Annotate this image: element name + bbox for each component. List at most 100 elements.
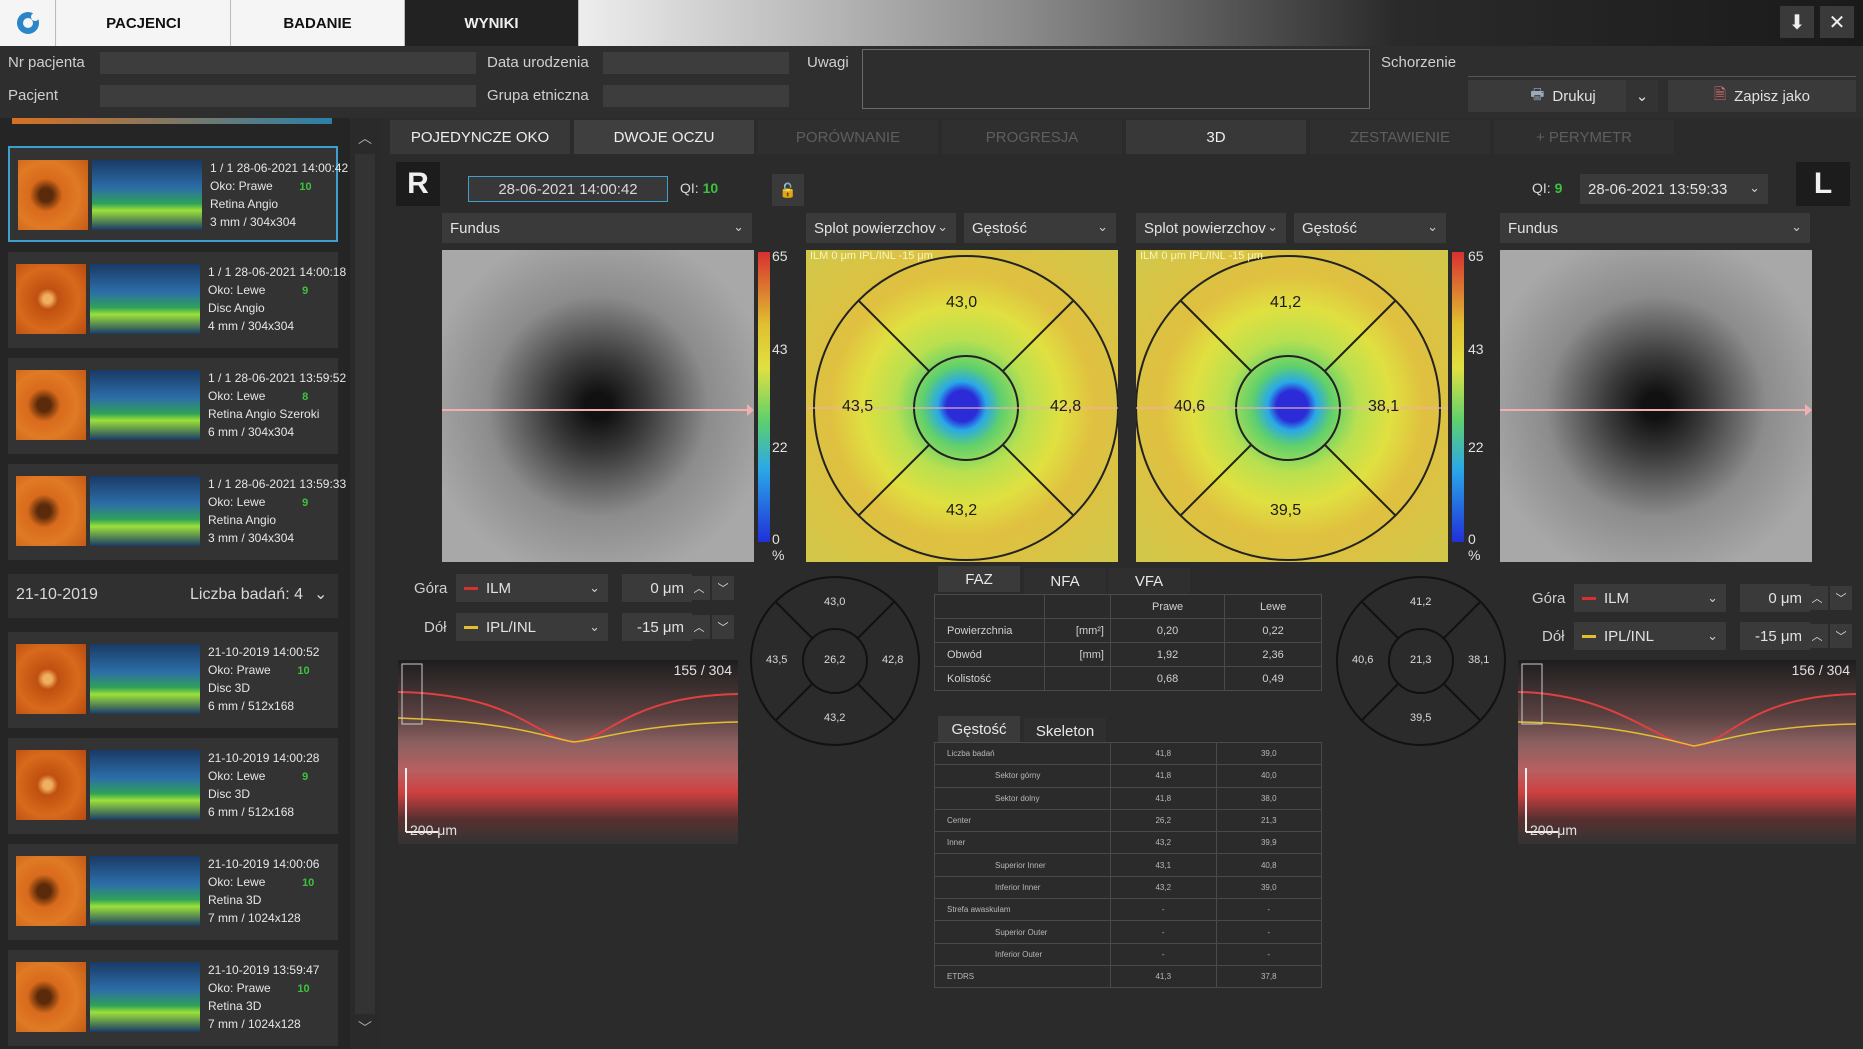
tab-wyniki[interactable]: WYNIKI [405,0,579,46]
table-cell: 0,20 [1109,618,1226,643]
scroll-down-icon[interactable]: ﹀ [358,1018,372,1038]
session-details: 21-10-2019 14:00:06 Oko: Lewe 10 Retina … [208,857,320,925]
tab-porownanie[interactable]: PORÓWNANIE [758,120,938,154]
save-as-label: Zapisz jako [1734,87,1810,105]
top-offset-input[interactable]: 0 μm [1740,584,1810,612]
left-eye-date-select[interactable]: 28-06-2021 13:59:33 ⌄ [1580,174,1768,204]
table-cell: Superior Outer [934,920,1111,944]
list-scroll-remnant [12,118,332,124]
fundus-thumbnail [16,856,86,926]
bottom-layer-select[interactable]: IPL/INL ⌄ [1574,622,1726,650]
colorbar-min: 0 [1468,531,1476,547]
bottom-boundary-label: Dół [424,619,447,636]
bottom-layer-select[interactable]: IPL/INL ⌄ [456,613,608,641]
left-colorbar [1452,252,1464,542]
layer-color-swatch [464,625,478,629]
increment-icon[interactable]: ︿ [688,576,710,600]
tab-faz[interactable]: FAZ [938,566,1020,592]
left-metric-select[interactable]: Gęstość ⌄ [1294,213,1446,243]
scroll-up-icon[interactable]: ︿ [358,128,372,148]
tab-badanie[interactable]: BADANIE [231,0,405,46]
tab-nfa[interactable]: NFA [1024,568,1106,594]
session-card[interactable]: 1 / 1 28-06-2021 13:59:52 Oko: Lewe 8 Re… [8,358,346,454]
table-cell: - [1215,920,1322,944]
right-eye-date[interactable]: 28-06-2021 14:00:42 [468,176,668,202]
tab-progresja[interactable]: PROGRESJA [942,120,1122,154]
link-lock-icon[interactable]: 🔓 [772,174,804,206]
table-cell: Superior Inner [934,853,1111,877]
tab-3d[interactable]: 3D [1126,120,1306,154]
table-cell: 43,2 [1110,831,1217,855]
right-metric-select[interactable]: Gęstość ⌄ [964,213,1116,243]
right-density-map[interactable]: ILM 0 μm IPL/INL -15 μm 43,0 43,5 42,8 4… [806,250,1118,562]
left-fundus-select[interactable]: Fundus ⌄ [1500,213,1810,243]
dob-field[interactable] [603,52,789,74]
scroll-track[interactable] [355,154,375,1014]
notes-field[interactable] [862,49,1370,109]
right-fundus-image[interactable] [442,250,754,562]
close-icon[interactable]: ✕ [1820,6,1854,38]
session-card[interactable]: 21-10-2019 14:00:06 Oko: Lewe 10 Retina … [8,844,338,940]
top-layer-select[interactable]: ILM ⌄ [1574,584,1726,612]
table-cell: Obwód [934,642,1045,667]
top-layer-select[interactable]: ILM ⌄ [456,574,608,602]
decrement-icon[interactable]: ﹀ [712,615,734,639]
table-row: Kolistość 0,68 0,49 [934,666,1322,691]
tab-gestosc[interactable]: Gęstość [938,716,1020,742]
tab-pojedyncze-oko[interactable]: POJEDYNCZE OKO [390,120,570,154]
list-scrollbar[interactable]: ︿ ﹀ [350,118,380,1049]
tab-dwoje-oczu[interactable]: DWOJE OCZU [574,120,754,154]
session-card[interactable]: 1 / 1 28-06-2021 14:00:42 Oko: Prawe 10 … [8,146,348,242]
decrement-icon[interactable]: ﹀ [1830,586,1852,610]
table-cell: Kolistość [934,666,1045,691]
patient-name-field[interactable] [100,85,476,107]
session-card[interactable]: 1 / 1 28-06-2021 13:59:33 Oko: Lewe 9 Re… [8,464,346,560]
fundus-thumbnail [16,962,86,1032]
decrement-icon[interactable]: ﹀ [712,576,734,600]
left-bscan[interactable]: 156 / 304 200 μm [1518,660,1856,844]
tab-perymetr[interactable]: + PERYMETR [1494,120,1674,154]
top-offset-input[interactable]: 0 μm [622,574,692,602]
tab-vfa[interactable]: VFA [1108,568,1190,594]
etdrs-right: 38,1 [1468,654,1490,666]
print-dropdown-chevron-icon[interactable]: ⌄ [1626,80,1658,112]
download-icon[interactable]: ⬇ [1780,6,1814,38]
session-card[interactable]: 21-10-2019 14:00:52 Oko: Prawe 10 Disc 3… [8,632,338,728]
oct-thumbnail [90,476,200,546]
increment-icon[interactable]: ︿ [688,615,710,639]
fundus-thumbnail [16,370,86,440]
session-card[interactable]: 1 / 1 28-06-2021 14:00:18 Oko: Lewe 9 Di… [8,252,346,348]
disease-field[interactable] [1468,76,1856,77]
bottom-offset-input[interactable]: -15 μm [622,613,692,641]
session-details: 21-10-2019 13:59:47 Oko: Prawe 10 Retina… [208,963,320,1031]
decrement-icon[interactable]: ﹀ [1830,624,1852,648]
right-fundus-select[interactable]: Fundus ⌄ [442,213,752,243]
table-header [934,594,1045,619]
left-eye-letter: L [1796,162,1850,206]
right-bscan[interactable]: 155 / 304 200 μm [398,660,738,844]
session-card[interactable]: 21-10-2019 13:59:47 Oko: Prawe 10 Retina… [8,950,338,1046]
left-fundus-image[interactable] [1500,250,1812,562]
tab-zestawienie[interactable]: ZESTAWIENIE [1310,120,1490,154]
session-card[interactable]: 21-10-2019 14:00:28 Oko: Lewe 9 Disc 3D … [8,738,338,834]
increment-icon[interactable]: ︿ [1806,624,1828,648]
session-details: 1 / 1 28-06-2021 13:59:33 Oko: Lewe 9 Re… [208,477,347,545]
table-row: Superior Inner 43,1 40,8 [934,853,1322,877]
increment-icon[interactable]: ︿ [1806,586,1828,610]
save-as-button[interactable]: 🗎 Zapisz jako [1668,80,1856,112]
patient-number-field[interactable] [100,52,476,74]
tab-pacjenci[interactable]: PACJENCI [57,0,231,46]
table-cell: [mm²] [1044,618,1111,643]
fundus-thumbnail [16,750,86,820]
table-cell: 41,3 [1110,964,1217,989]
table-row: Liczba badań 41,8 39,0 [934,741,1322,766]
chevron-down-icon[interactable]: ⌄ [314,584,327,604]
ethnic-group-field[interactable] [603,85,789,107]
table-cell: 41,8 [1110,786,1217,810]
session-group-header[interactable]: 21-10-2019 Liczba badań: 4 ⌄ [8,574,338,618]
left-density-map[interactable]: ILM 0 μm IPL/INL -15 μm 41,2 40,6 38,1 3… [1136,250,1448,562]
left-layer-select[interactable]: Splot powierzchov ⌄ [1136,213,1286,243]
right-layer-select[interactable]: Splot powierzchov ⌄ [806,213,956,243]
bottom-offset-input[interactable]: -15 μm [1740,622,1810,650]
tab-skeleton[interactable]: Skeleton [1024,718,1106,744]
